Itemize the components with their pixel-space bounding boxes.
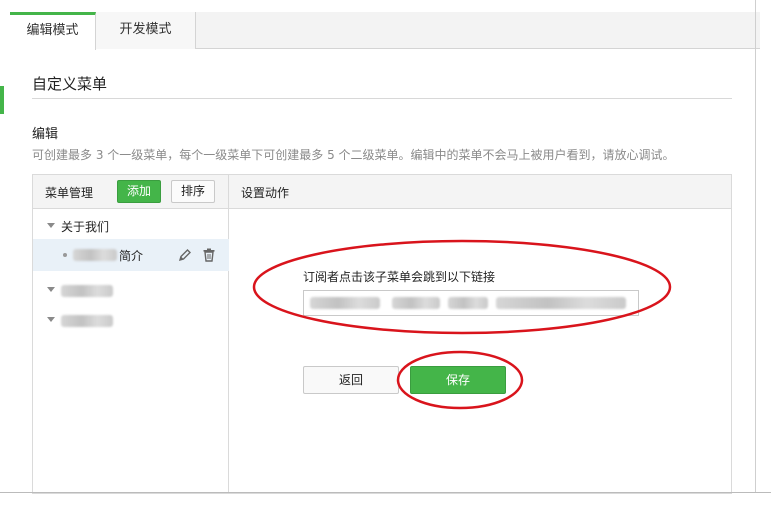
add-menu-button[interactable]: 添加: [117, 180, 161, 203]
redacted-text: [61, 315, 113, 327]
menu-item-second[interactable]: [33, 275, 229, 305]
caret-down-icon[interactable]: [47, 223, 55, 228]
set-action-title: 设置动作: [241, 186, 290, 200]
redacted-text: [73, 249, 117, 261]
tab-developer-mode[interactable]: 开发模式: [96, 12, 196, 49]
pencil-icon[interactable]: [177, 247, 193, 263]
submenu-item-label: 简介: [119, 249, 144, 263]
bullet-icon: [63, 253, 67, 257]
title-divider: [32, 98, 732, 99]
back-button[interactable]: 返回: [303, 366, 399, 394]
sort-menu-button[interactable]: 排序: [171, 180, 215, 203]
trash-icon[interactable]: [201, 247, 217, 263]
submenu-item-intro[interactable]: 简介: [33, 239, 229, 271]
redacted-text: [392, 297, 440, 309]
menu-editor-panel: 菜单管理 添加 排序 设置动作 关于我们 简介: [32, 174, 732, 494]
redacted-text: [310, 297, 380, 309]
right-divider: [755, 0, 756, 492]
menu-management-title: 菜单管理: [45, 186, 94, 200]
save-button[interactable]: 保存: [410, 366, 506, 394]
menu-management-header: 菜单管理 添加 排序: [33, 175, 229, 209]
action-header: 设置动作: [229, 175, 731, 209]
menu-item-about-us[interactable]: 关于我们: [33, 211, 229, 241]
menu-tree: 关于我们 简介: [33, 209, 229, 493]
link-field-label: 订阅者点击该子菜单会跳到以下链接: [303, 270, 496, 284]
mode-tabbar: 编辑模式 开发模式: [10, 12, 760, 50]
bottom-divider: [0, 492, 771, 493]
tab-edit-mode[interactable]: 编辑模式: [10, 12, 96, 50]
caret-down-icon[interactable]: [47, 287, 55, 292]
link-url-input[interactable]: [303, 290, 639, 316]
page-title: 自定义菜单: [32, 75, 108, 93]
menu-item-third[interactable]: [33, 305, 229, 335]
section-title: 编辑: [32, 127, 59, 142]
redacted-text: [61, 285, 113, 297]
section-description: 可创建最多 3 个一级菜单，每个一级菜单下可创建最多 5 个二级菜单。编辑中的菜…: [32, 148, 675, 162]
sidebar-active-marker: [0, 86, 4, 114]
menu-item-label: 关于我们: [61, 220, 110, 234]
redacted-text: [448, 297, 488, 309]
caret-down-icon[interactable]: [47, 317, 55, 322]
redacted-text: [496, 297, 626, 309]
